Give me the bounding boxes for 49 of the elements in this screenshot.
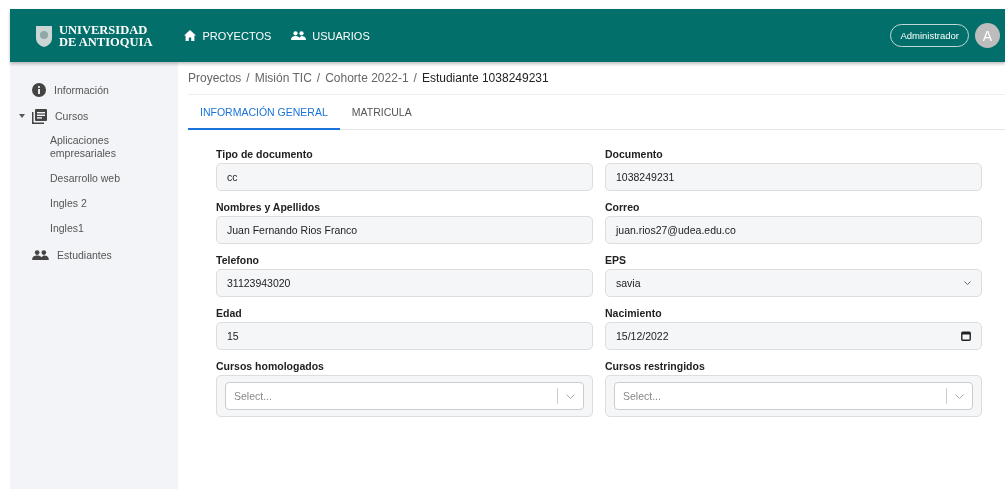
nav-link[interactable]: PROYECTOS [184, 29, 272, 42]
text-field[interactable]: cc [216, 163, 593, 191]
sidebar-subitem[interactable]: Desarrollo web [10, 167, 132, 192]
seal-icon [34, 23, 54, 48]
field-label: Tipo de documento [216, 147, 314, 162]
sidebar-item[interactable]: Información [10, 77, 178, 103]
sidebar-item[interactable]: Cursos [10, 103, 178, 129]
field-label: Nombres y Apellidos [216, 200, 322, 215]
info-icon [32, 83, 46, 97]
breadcrumb-link[interactable]: Cohorte 2022-1 [325, 71, 409, 85]
field-label: Edad [216, 306, 243, 321]
text-field[interactable]: Juan Fernando Rios Franco [216, 216, 593, 244]
dropdown-field[interactable]: savia [605, 269, 982, 297]
text-field[interactable]: juan.rios27@udea.edu.co [605, 216, 982, 244]
nav-link[interactable]: USUARIOS [291, 29, 370, 42]
sidebar-subitem[interactable]: Ingles 2 [10, 192, 132, 217]
field-label: Cursos restringidos [605, 359, 706, 374]
university-logo-text: UNIVERSIDAD DE ANTIOQUIA [59, 23, 153, 48]
breadcrumb-link[interactable]: Proyectos [188, 71, 242, 85]
tab[interactable]: MATRICULA [339, 95, 424, 130]
calendar-icon [961, 331, 971, 341]
chevron-down-icon [566, 393, 575, 399]
multiselect-field[interactable]: Select... [225, 382, 584, 410]
tab[interactable]: INFORMACIÓN GENERAL [188, 95, 340, 130]
home-icon [184, 30, 197, 41]
chevron-down-icon [964, 280, 971, 286]
field-label: Nacimiento [605, 306, 663, 321]
people-icon [32, 250, 49, 260]
breadcrumb-separator: / [413, 71, 417, 85]
sidebar-subitem[interactable]: Aplicaciones empresariales [10, 129, 132, 167]
breadcrumb-separator: / [246, 71, 250, 85]
text-field[interactable]: 31123943020 [216, 269, 593, 297]
date-field[interactable]: 15/12/2022 [605, 322, 982, 350]
sidebar-item[interactable]: Estudiantes [10, 242, 178, 268]
field-label: Correo [605, 200, 641, 215]
breadcrumb-separator: / [316, 71, 321, 85]
field-label: EPS [605, 253, 627, 268]
field-label: Telefono [216, 253, 260, 268]
text-field[interactable]: 15 [216, 322, 593, 350]
breadcrumb-current: Estudiante 1038249231 [421, 71, 549, 85]
multiselect-field[interactable]: Select... [614, 382, 973, 410]
field-label: Documento [605, 147, 664, 162]
text-field[interactable]: 1038249231 [605, 163, 982, 191]
people-icon [291, 31, 307, 40]
chevron-down-icon [955, 393, 964, 399]
breadcrumb-link[interactable]: Misión TIC [254, 71, 312, 85]
book-list-icon [32, 108, 47, 124]
field-label: Cursos homologados [216, 359, 325, 374]
sidebar-subitem[interactable]: Ingles1 [10, 217, 132, 242]
